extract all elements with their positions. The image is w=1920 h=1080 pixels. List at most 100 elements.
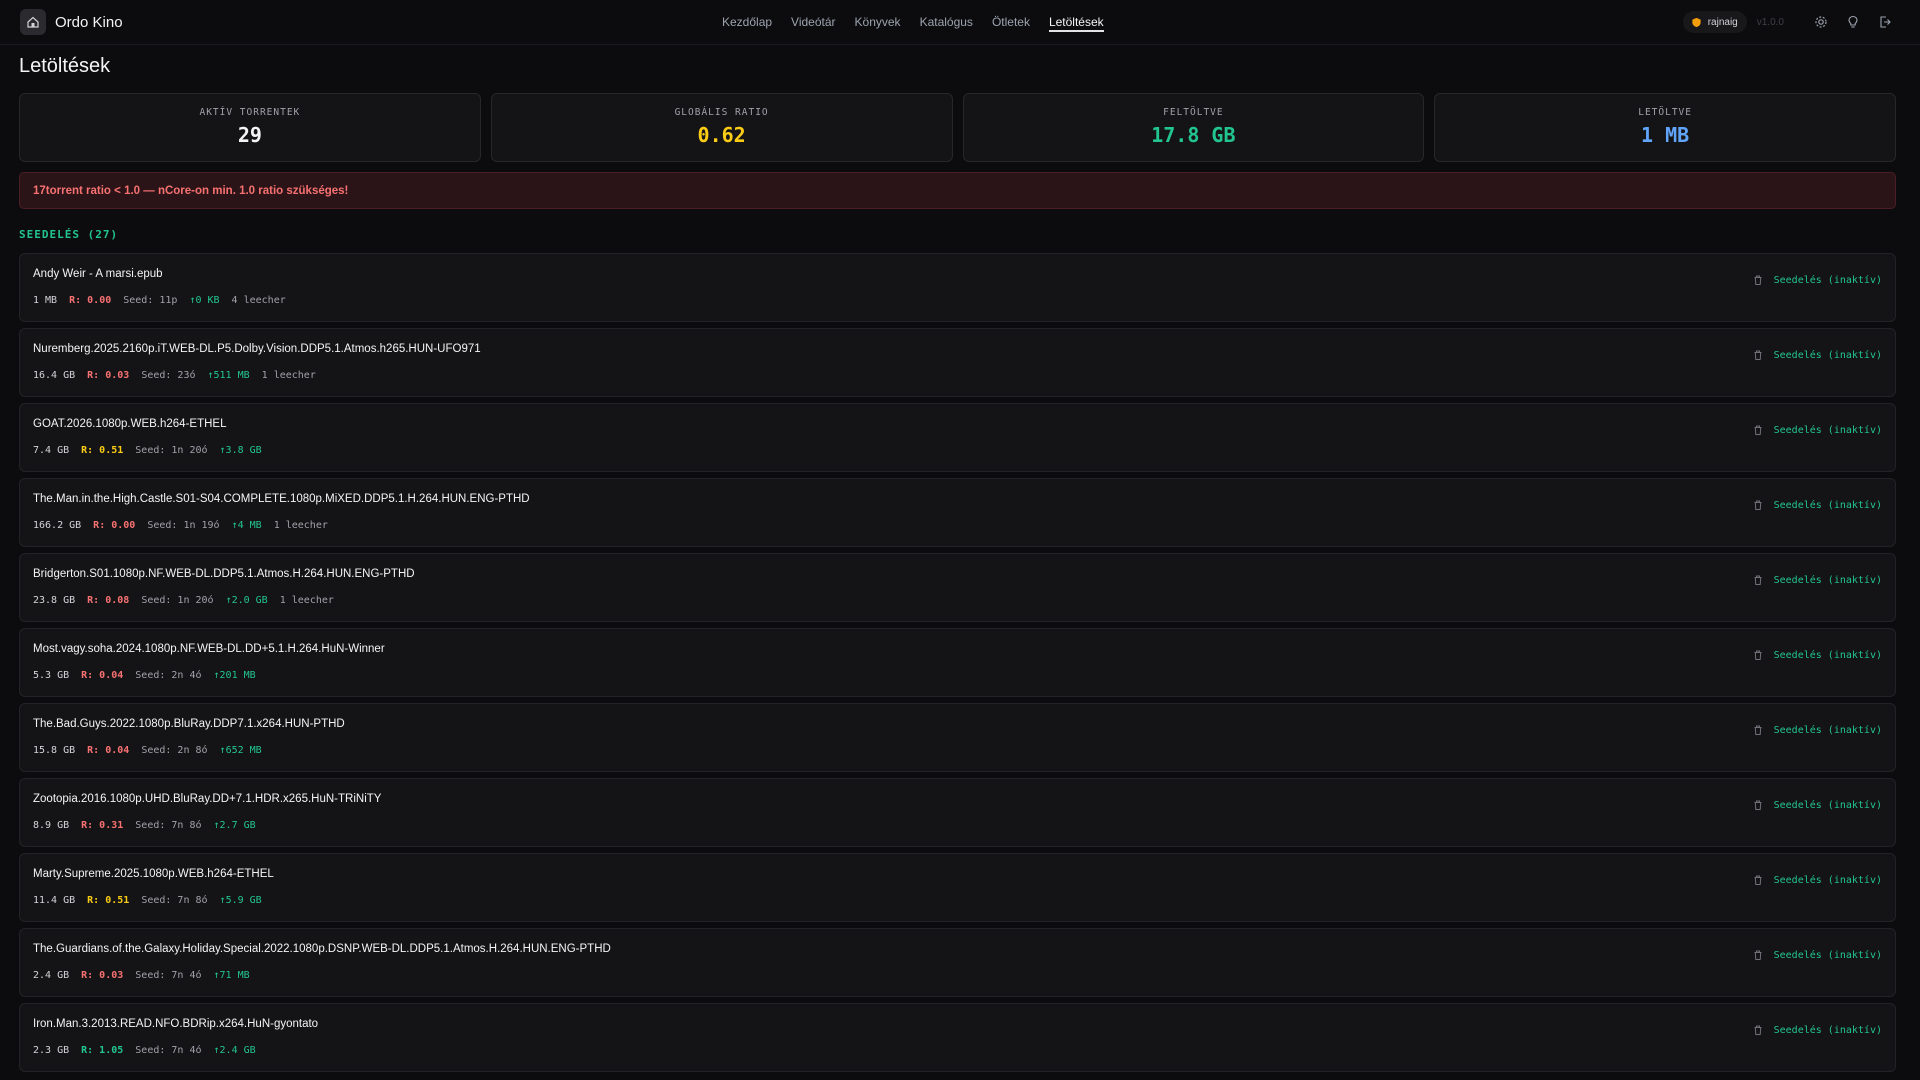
torrent-ratio: R: 0.04 [87, 745, 130, 756]
stat-value: 29 [237, 123, 262, 147]
torrent-row[interactable]: The.Guardians.of.the.Galaxy.Holiday.Spec… [19, 928, 1896, 997]
header-tools: rajnaig v1.0.0 [1682, 11, 1892, 33]
torrent-row[interactable]: Bridgerton.S01.1080p.NF.WEB-DL.DDP5.1.At… [19, 553, 1896, 622]
nav-item-2[interactable]: Könyvek [855, 0, 901, 45]
lightbulb-icon[interactable] [1846, 15, 1860, 29]
torrent-uploaded: ↑3.8 GB [219, 445, 262, 456]
torrent-seed-time: Seed: 7n 8ó [141, 895, 208, 906]
main-nav: Kezdőlap Videótár Könyvek Katalógus Ötletek L… [722, 0, 1123, 45]
trash-icon[interactable] [1752, 1024, 1764, 1036]
torrent-leechers: 1 leecher [261, 370, 316, 381]
torrent-meta: 15.8 GB R: 0.04 Seed: 2n 8ó ↑652 MB [33, 745, 274, 756]
torrent-row[interactable]: Iron.Man.3.2013.READ.NFO.BDRip.x264.HuN-… [19, 1003, 1896, 1072]
brand[interactable]: Ordo Kino [20, 9, 123, 35]
torrent-meta: 2.3 GB R: 1.05 Seed: 7n 4ó ↑2.4 GB [33, 1045, 268, 1056]
stat-card: FELTÖLTVE 17.8 GB [962, 93, 1425, 162]
torrent-row[interactable]: Most.vagy.soha.2024.1080p.NF.WEB-DL.DD+5… [19, 628, 1896, 697]
torrent-row[interactable]: Zootopia.2016.1080p.UHD.BluRay.DD+7.1.HD… [19, 778, 1896, 847]
torrent-uploaded: ↑4 MB [231, 520, 262, 531]
torrent-seed-time: Seed: 23ó [141, 370, 196, 381]
seeding-status-button[interactable]: Seedelés (inaktív) [1774, 875, 1882, 886]
stat-value: 0.62 [697, 123, 746, 147]
torrent-row[interactable]: The.Man.in.the.High.Castle.S01-S04.COMPL… [19, 478, 1896, 547]
torrent-actions: Seedelés (inaktív) [1752, 649, 1882, 661]
torrent-seed-time: Seed: 7n 8ó [135, 820, 202, 831]
torrent-row[interactable]: The.Bad.Guys.2022.1080p.BluRay.DDP7.1.x2… [19, 703, 1896, 772]
torrent-uploaded: ↑2.4 GB [213, 1045, 256, 1056]
stat-label: AKTÍV TORRENTEK [199, 107, 301, 118]
seeding-status-button[interactable]: Seedelés (inaktív) [1774, 725, 1882, 736]
trash-icon[interactable] [1752, 499, 1764, 511]
trash-icon[interactable] [1752, 799, 1764, 811]
trash-icon[interactable] [1752, 574, 1764, 586]
torrent-name: Iron.Man.3.2013.READ.NFO.BDRip.x264.HuN-… [33, 1018, 319, 1030]
torrent-seed-time: Seed: 1n 19ó [147, 520, 220, 531]
seeding-status-button[interactable]: Seedelés (inaktív) [1774, 575, 1882, 586]
stats-row: AKTÍV TORRENTEK 29 GLOBÁLIS RATIO 0.62 FELTÖ… [19, 93, 1896, 162]
torrent-seed-time: Seed: 7n 4ó [135, 970, 202, 981]
torrent-uploaded: ↑0 KB [189, 295, 220, 306]
torrent-name: Nuremberg.2025.2160p.iT.WEB-DL.P5.Dolby.… [33, 343, 481, 355]
torrent-meta: 2.4 GB R: 0.03 Seed: 7n 4ó ↑71 MB [33, 970, 262, 981]
trash-icon[interactable] [1752, 349, 1764, 361]
seeding-status-button[interactable]: Seedelés (inaktív) [1774, 1025, 1882, 1036]
torrent-leechers: 4 leecher [231, 295, 286, 306]
torrent-ratio: R: 0.00 [69, 295, 112, 306]
torrent-name: Most.vagy.soha.2024.1080p.NF.WEB-DL.DD+5… [33, 643, 385, 655]
nav-item-3[interactable]: Katalógus [920, 0, 973, 45]
home-logo-icon [20, 9, 46, 35]
torrent-meta: 16.4 GB R: 0.03 Seed: 23ó ↑511 MB 1 leecher [33, 370, 328, 381]
seeding-status-button[interactable]: Seedelés (inaktív) [1774, 500, 1882, 511]
trash-icon[interactable] [1752, 949, 1764, 961]
nav-item-5[interactable]: Letöltések [1048, 0, 1104, 45]
app-version: v1.0.0 [1756, 16, 1784, 28]
torrent-ratio: R: 0.31 [81, 820, 124, 831]
torrent-seed-time: Seed: 1n 20ó [135, 445, 208, 456]
nav-item-4[interactable]: Ötletek [992, 0, 1030, 45]
torrent-name: The.Bad.Guys.2022.1080p.BluRay.DDP7.1.x2… [33, 718, 345, 730]
torrent-name: GOAT.2026.1080p.WEB.h264-ETHEL [33, 418, 227, 430]
seeding-status-button[interactable]: Seedelés (inaktív) [1774, 950, 1882, 961]
user-badge[interactable]: rajnaig [1682, 11, 1747, 33]
trash-icon[interactable] [1752, 649, 1764, 661]
torrent-size: 5.3 GB [33, 670, 70, 681]
trash-icon[interactable] [1752, 424, 1764, 436]
section-title-seeding: SEEDELÉS (27) [19, 228, 119, 241]
stat-label: LETÖLTVE [1638, 107, 1692, 118]
seeding-status-button[interactable]: Seedelés (inaktív) [1774, 650, 1882, 661]
torrent-name: Zootopia.2016.1080p.UHD.BluRay.DD+7.1.HD… [33, 793, 382, 805]
stat-label: GLOBÁLIS RATIO [674, 107, 769, 118]
torrent-row[interactable]: GOAT.2026.1080p.WEB.h264-ETHEL 7.4 GB R: 0… [19, 403, 1896, 472]
torrent-actions: Seedelés (inaktív) [1752, 349, 1882, 361]
logout-icon[interactable] [1878, 15, 1892, 29]
torrent-name: The.Guardians.of.the.Galaxy.Holiday.Spec… [33, 943, 611, 955]
trash-icon[interactable] [1752, 274, 1764, 286]
torrent-row[interactable]: Andy Weir - A marsi.epub 1 MB R: 0.00 Seed:… [19, 253, 1896, 322]
torrent-actions: Seedelés (inaktív) [1752, 724, 1882, 736]
seeding-status-button[interactable]: Seedelés (inaktív) [1774, 350, 1882, 361]
seeding-status-button[interactable]: Seedelés (inaktív) [1774, 800, 1882, 811]
torrent-row[interactable]: Nuremberg.2025.2160p.iT.WEB-DL.P5.Dolby.… [19, 328, 1896, 397]
torrent-meta: 5.3 GB R: 0.04 Seed: 2n 4ó ↑201 MB [33, 670, 268, 681]
torrent-size: 1 MB [33, 295, 58, 306]
nav-item-1[interactable]: Videótár [791, 0, 835, 45]
torrent-actions: Seedelés (inaktív) [1752, 574, 1882, 586]
torrent-uploaded: ↑652 MB [219, 745, 262, 756]
nav-item-0[interactable]: Kezdőlap [722, 0, 772, 45]
trash-icon[interactable] [1752, 874, 1764, 886]
torrent-meta: 1 MB R: 0.00 Seed: 11p ↑0 KB 4 leecher [33, 295, 298, 306]
seeding-status-button[interactable]: Seedelés (inaktív) [1774, 275, 1882, 286]
seeding-status-button[interactable]: Seedelés (inaktív) [1774, 425, 1882, 436]
torrent-meta: 11.4 GB R: 0.51 Seed: 7n 8ó ↑5.9 GB [33, 895, 274, 906]
torrent-size: 2.3 GB [33, 1045, 70, 1056]
torrent-seed-time: Seed: 11p [123, 295, 178, 306]
gear-icon[interactable] [1814, 15, 1828, 29]
torrent-size: 15.8 GB [33, 745, 76, 756]
torrent-uploaded: ↑71 MB [213, 970, 250, 981]
app-name: Ordo Kino [55, 13, 123, 31]
torrent-ratio: R: 0.00 [93, 520, 136, 531]
torrent-row[interactable]: Marty.Supreme.2025.1080p.WEB.h264-ETHEL 1… [19, 853, 1896, 922]
trash-icon[interactable] [1752, 724, 1764, 736]
torrent-uploaded: ↑2.7 GB [213, 820, 256, 831]
torrent-actions: Seedelés (inaktív) [1752, 499, 1882, 511]
